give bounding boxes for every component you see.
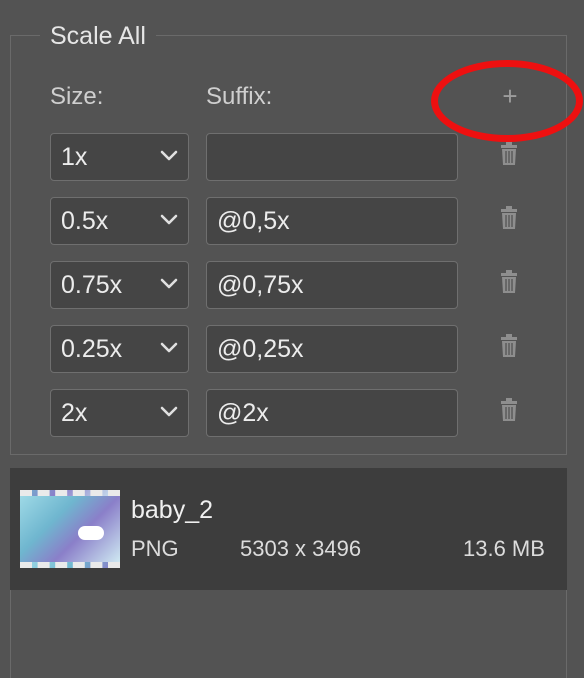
size-dropdown[interactable]: 0.25x: [50, 325, 189, 373]
asset-card[interactable]: baby_2 PNG 5303 x 3496 13.6 MB: [10, 468, 567, 590]
trash-icon[interactable]: [499, 398, 519, 422]
asset-dimensions: 5303 x 3496: [240, 536, 362, 561]
size-dropdown[interactable]: 1x: [50, 133, 189, 181]
trash-icon[interactable]: [499, 206, 519, 230]
size-value: 0.5x: [61, 207, 109, 235]
size-dropdown[interactable]: 0.75x: [50, 261, 189, 309]
size-value: 0.25x: [61, 335, 123, 363]
size-value: 0.75x: [61, 271, 123, 299]
trash-icon[interactable]: [499, 270, 519, 294]
scale-row: 0.75x: [0, 261, 584, 309]
asset-thumbnail: [20, 490, 120, 568]
size-value: 2x: [61, 399, 88, 427]
size-dropdown[interactable]: 0.5x: [50, 197, 189, 245]
scale-row: 1x: [0, 133, 584, 181]
scale-row: 2x: [0, 389, 584, 437]
panel-header-strip: [0, 0, 584, 20]
size-value: 1x: [61, 143, 88, 171]
suffix-column-label: Suffix:: [206, 83, 273, 110]
thumbnail-cloud-graphic: [78, 526, 104, 540]
asset-file-size: 13.6 MB: [463, 536, 545, 561]
suffix-input[interactable]: [206, 261, 458, 309]
suffix-input[interactable]: [206, 389, 458, 437]
empty-panel-area: [10, 590, 567, 678]
chevron-down-icon: [160, 278, 178, 289]
trash-icon[interactable]: [499, 334, 519, 358]
scale-row: 0.25x: [0, 325, 584, 373]
chevron-down-icon: [160, 342, 178, 353]
size-column-label: Size:: [50, 83, 104, 110]
suffix-input[interactable]: [206, 325, 458, 373]
size-dropdown[interactable]: 2x: [50, 389, 189, 437]
chevron-down-icon: [160, 214, 178, 225]
asset-format: PNG: [131, 536, 179, 561]
trash-icon[interactable]: [499, 142, 519, 166]
group-title: Scale All: [40, 20, 156, 52]
asset-name: baby_2: [131, 496, 214, 524]
suffix-input[interactable]: [206, 133, 458, 181]
scale-row: 0.5x: [0, 197, 584, 245]
chevron-down-icon: [160, 406, 178, 417]
annotation-highlight-circle: [431, 60, 583, 142]
chevron-down-icon: [160, 150, 178, 161]
suffix-input[interactable]: [206, 197, 458, 245]
